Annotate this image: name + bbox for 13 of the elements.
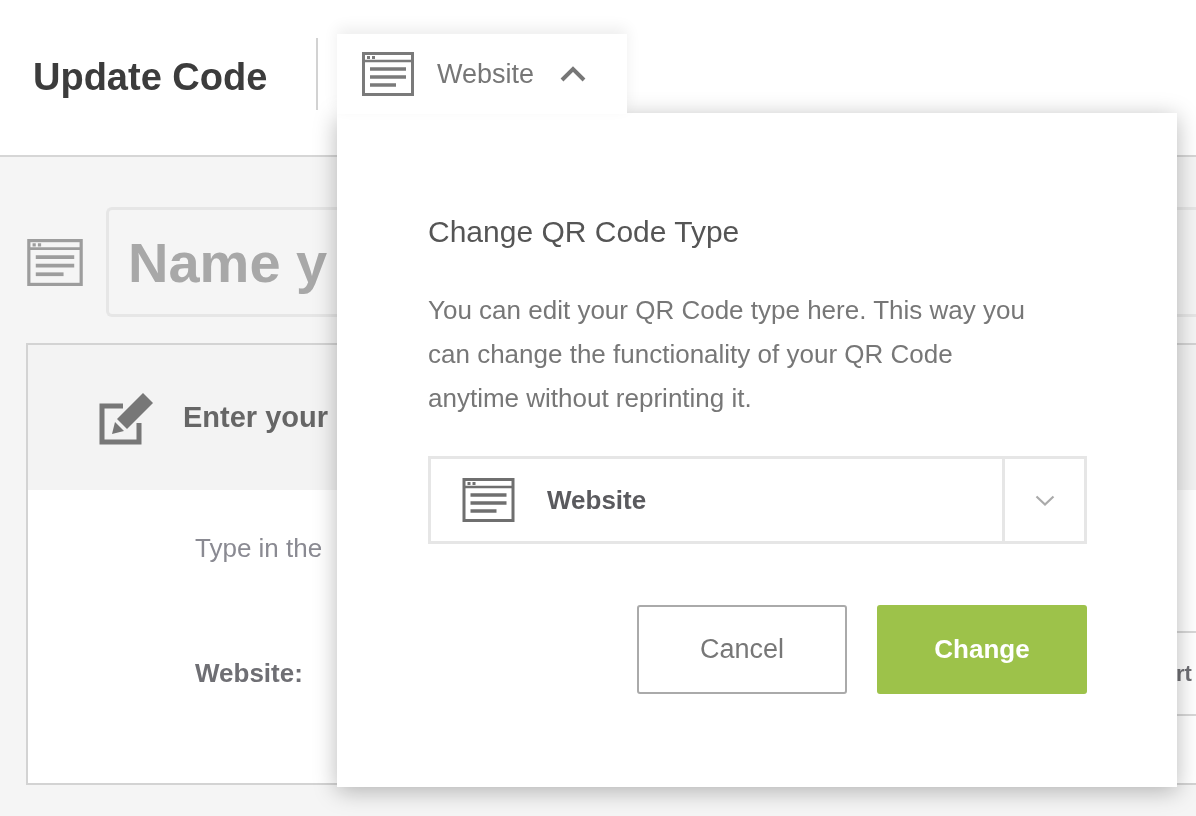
browser-window-icon bbox=[462, 478, 515, 522]
browser-window-icon bbox=[362, 52, 414, 96]
browser-window-icon bbox=[27, 238, 83, 286]
chevron-down-icon bbox=[1034, 494, 1055, 506]
type-select[interactable]: Website bbox=[428, 456, 1087, 544]
pencil-edit-icon bbox=[99, 390, 155, 445]
card-title: Enter your bbox=[183, 401, 329, 434]
type-dropdown-button[interactable]: Website bbox=[337, 34, 627, 114]
instruction-text: Type in the bbox=[195, 533, 323, 563]
field-label: Website: bbox=[195, 658, 303, 689]
cancel-button[interactable]: Cancel bbox=[637, 605, 847, 694]
page-title: Update Code bbox=[33, 55, 269, 100]
caret-up-icon bbox=[560, 66, 587, 82]
